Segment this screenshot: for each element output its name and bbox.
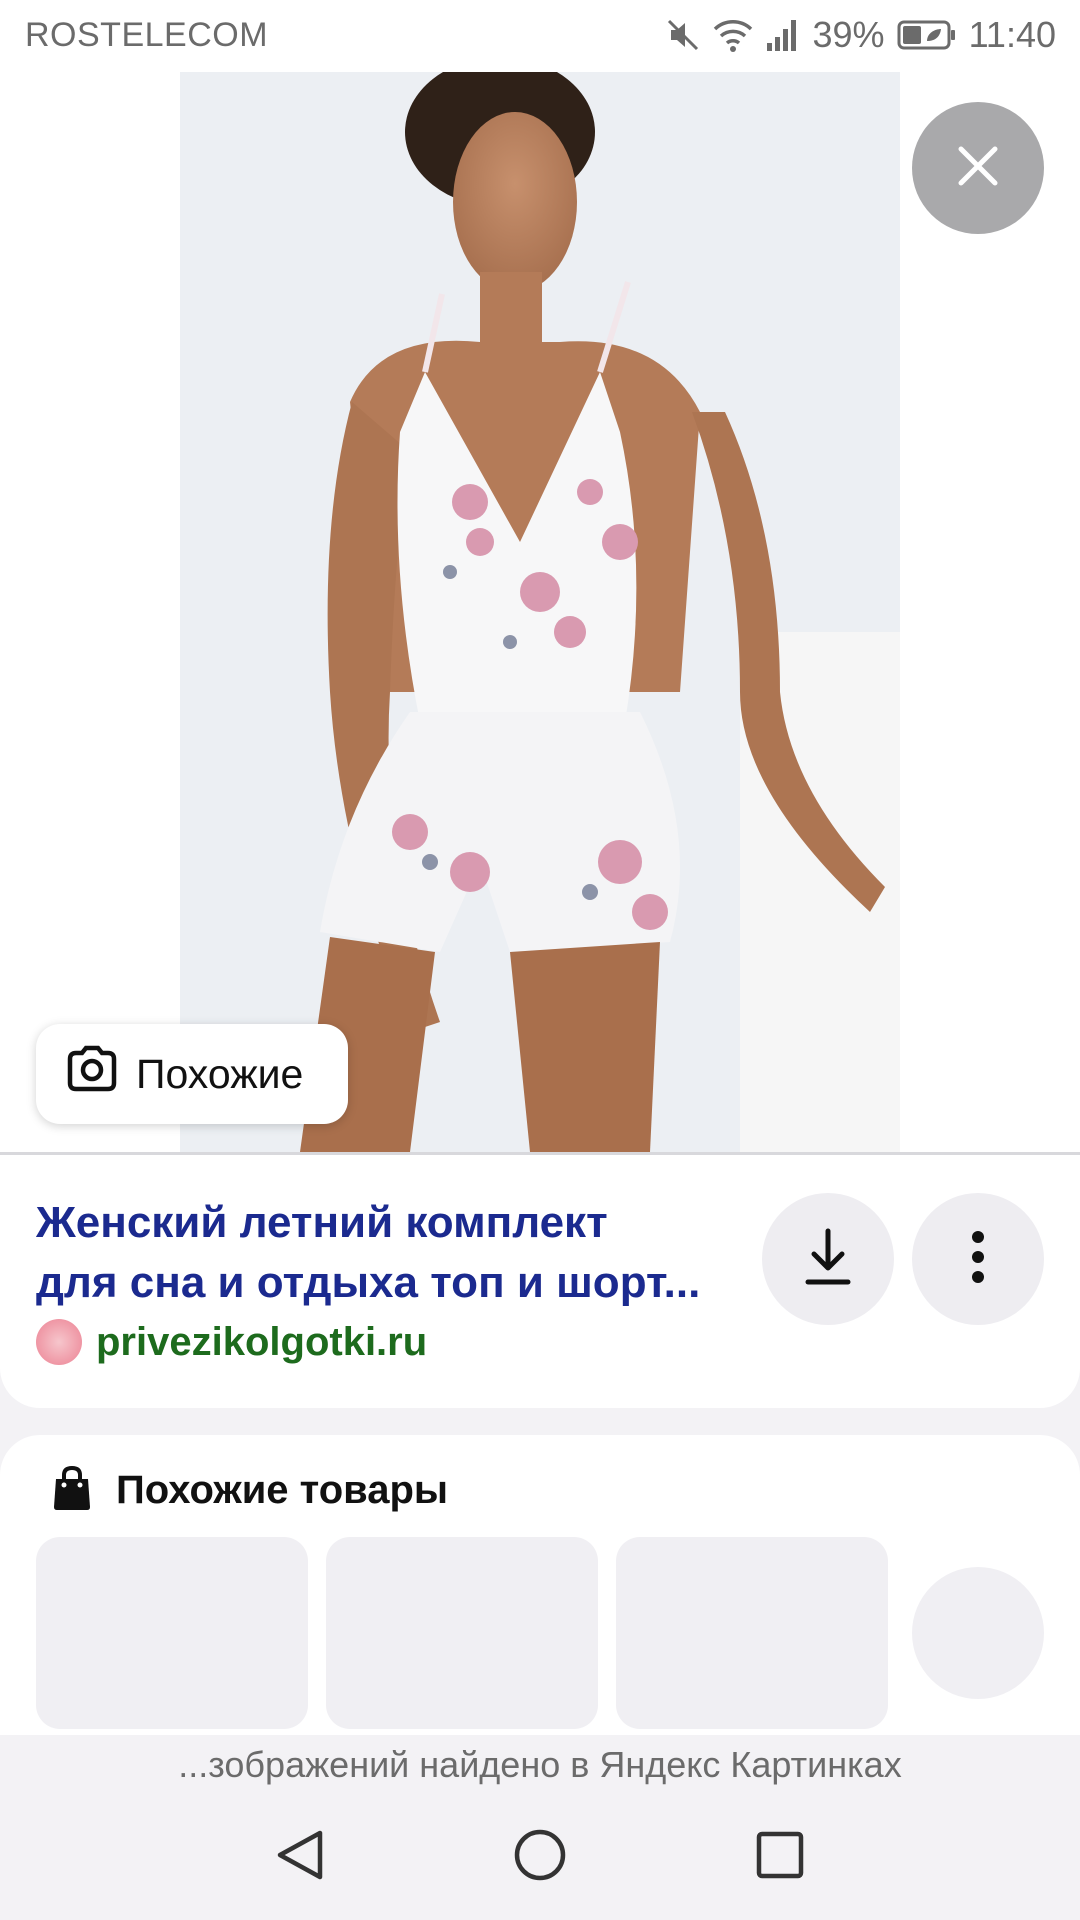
battery-icon <box>897 19 957 51</box>
nav-back-button[interactable] <box>270 1825 330 1885</box>
similar-products-card: Похожие товары <box>0 1435 1080 1735</box>
similar-products-header: Похожие товары <box>52 1465 448 1516</box>
nav-home-button[interactable] <box>510 1825 570 1885</box>
result-title-line-2: для сна и отдыха топ и шорт... <box>36 1258 701 1307</box>
android-nav-bar <box>0 1795 1080 1920</box>
result-source[interactable]: privezikolgotki.ru <box>36 1319 427 1365</box>
home-circle-icon <box>510 1829 570 1889</box>
product-thumbnail[interactable] <box>326 1537 598 1729</box>
product-thumbnail[interactable] <box>616 1537 888 1729</box>
similar-products-title: Похожие товары <box>116 1468 449 1512</box>
camera-search-icon <box>66 1045 118 1103</box>
battery-percent: 39% <box>812 14 885 55</box>
more-options-button[interactable] <box>912 1193 1044 1325</box>
close-button[interactable] <box>912 102 1044 234</box>
result-title-line-1: Женский летний комплект <box>36 1198 608 1247</box>
back-triangle-icon <box>270 1830 330 1889</box>
carrier-name: ROSTELECOM <box>25 16 269 54</box>
recents-square-icon <box>750 1831 810 1889</box>
result-info-card: Женский летний комплект для сна и отдыха… <box>0 1155 1080 1408</box>
images-found-text: ...зображений найдено в Яндекс Картинках <box>0 1735 1080 1795</box>
clock: 11:40 <box>968 14 1056 55</box>
product-thumbnail[interactable] <box>36 1537 308 1729</box>
scroll-more-button[interactable] <box>912 1567 1044 1699</box>
status-bar: ROSTELECOM 39% 11:40 <box>0 0 1080 72</box>
more-vertical-icon <box>970 1229 986 1290</box>
mute-icon <box>665 17 701 53</box>
similar-label: Похожие <box>136 1050 304 1097</box>
similar-search-button[interactable]: Похожие <box>36 1024 348 1124</box>
close-icon <box>956 144 1000 193</box>
download-button[interactable] <box>762 1193 894 1325</box>
image-viewer: Похожие <box>0 72 1080 1152</box>
product-photo[interactable] <box>180 72 900 1152</box>
status-icons: 39% 11:40 <box>665 14 1056 56</box>
source-domain: privezikolgotki.ru <box>96 1319 428 1364</box>
shopping-bag-icon <box>52 1465 92 1516</box>
result-title[interactable]: Женский летний комплект для сна и отдыха… <box>36 1193 736 1313</box>
site-favicon-icon <box>36 1319 82 1365</box>
wifi-icon <box>713 17 753 53</box>
nav-recents-button[interactable] <box>750 1825 810 1885</box>
download-icon <box>804 1227 852 1292</box>
signal-icon <box>765 17 801 53</box>
